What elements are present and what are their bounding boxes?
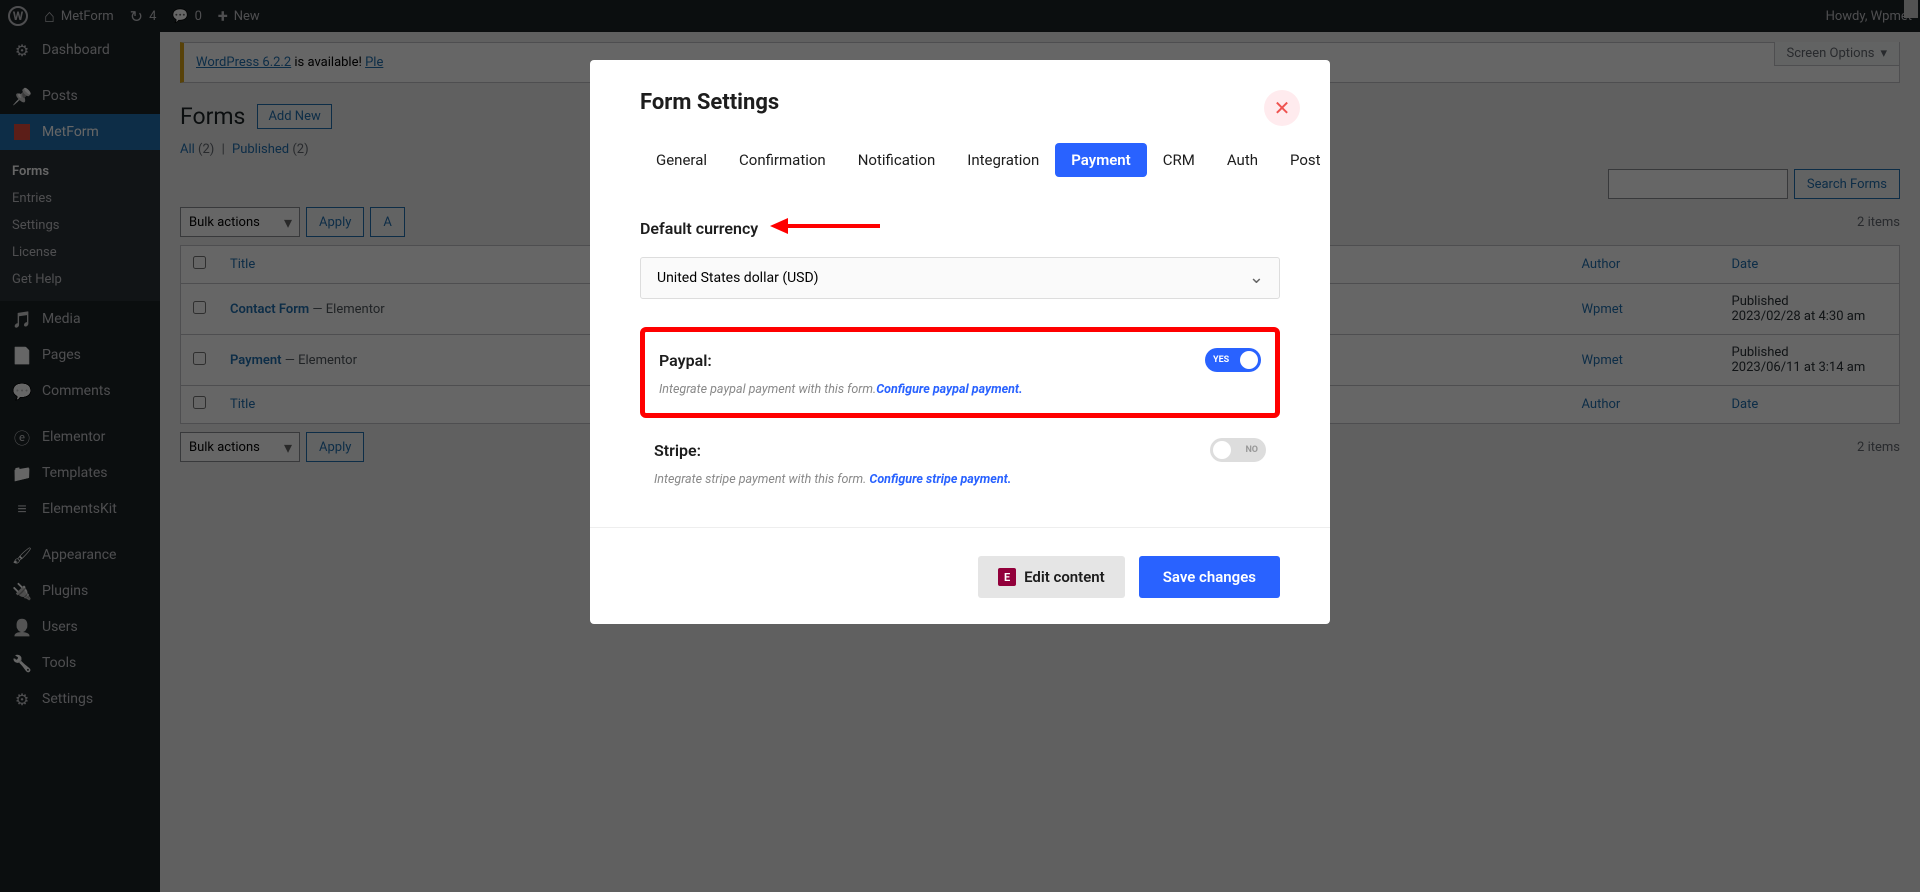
tab-post[interactable]: Post <box>1274 143 1337 177</box>
stripe-label: Stripe: <box>654 441 701 460</box>
tab-integration[interactable]: Integration <box>951 143 1055 177</box>
paypal-highlight-box: Paypal: YES Integrate paypal payment wit… <box>640 327 1280 418</box>
close-button[interactable]: ✕ <box>1264 90 1300 126</box>
configure-stripe-link[interactable]: Configure stripe payment. <box>869 472 1011 487</box>
configure-paypal-link[interactable]: Configure paypal payment. <box>876 382 1022 397</box>
modal-tabs: General Confirmation Notification Integr… <box>640 143 1280 177</box>
tab-confirmation[interactable]: Confirmation <box>723 143 842 177</box>
arrow-annotation <box>770 213 880 243</box>
tab-auth[interactable]: Auth <box>1211 143 1274 177</box>
close-icon: ✕ <box>1274 96 1291 120</box>
tab-crm[interactable]: CRM <box>1147 143 1211 177</box>
stripe-description: Integrate stripe payment with this form.… <box>654 472 1266 487</box>
tab-notification[interactable]: Notification <box>842 143 952 177</box>
modal-overlay: ✕ Form Settings General Confirmation Not… <box>0 0 1920 892</box>
paypal-toggle[interactable]: YES <box>1205 348 1261 372</box>
elementor-badge-icon: E <box>998 568 1016 586</box>
save-changes-button[interactable]: Save changes <box>1139 556 1280 598</box>
edit-content-button[interactable]: EEdit content <box>978 556 1125 598</box>
paypal-label: Paypal: <box>659 351 712 370</box>
paypal-description: Integrate paypal payment with this form.… <box>659 382 1261 397</box>
form-settings-modal: ✕ Form Settings General Confirmation Not… <box>590 60 1330 624</box>
currency-select[interactable]: United States dollar (USD) <box>640 257 1280 299</box>
modal-title: Form Settings <box>640 90 1280 115</box>
stripe-toggle[interactable]: NO <box>1210 438 1266 462</box>
tab-payment[interactable]: Payment <box>1055 143 1146 177</box>
currency-label: Default currency <box>640 213 1280 243</box>
tab-general[interactable]: General <box>640 143 723 177</box>
